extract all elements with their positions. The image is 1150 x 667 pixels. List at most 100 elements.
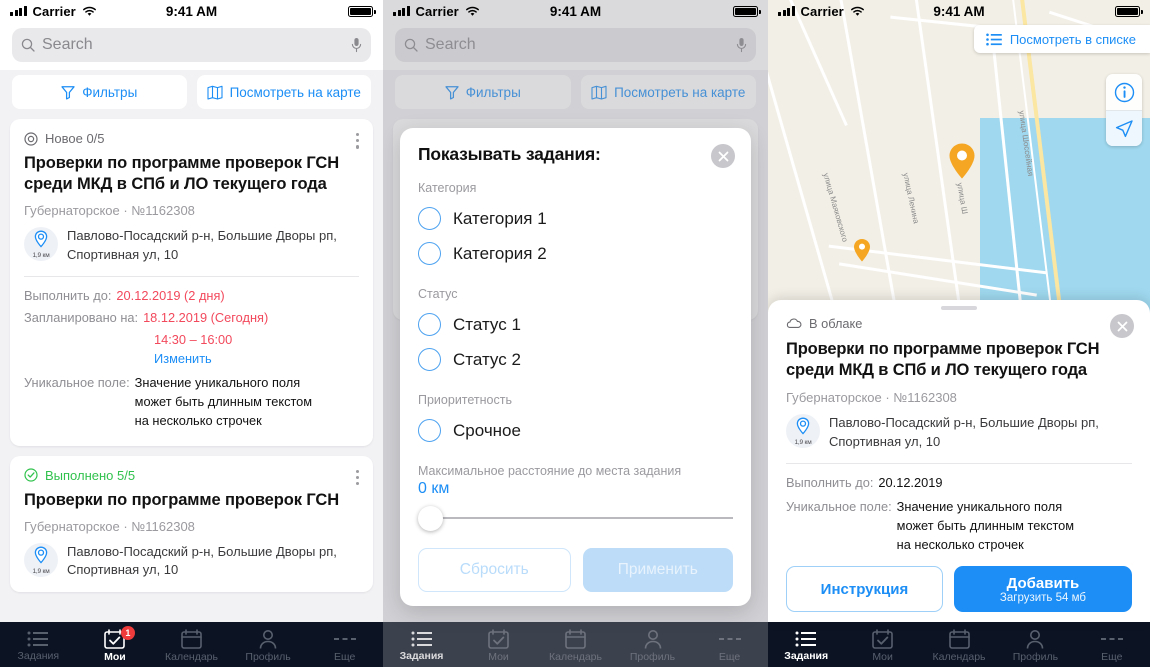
close-button[interactable]: [711, 144, 735, 168]
map-info-button[interactable]: [1106, 74, 1142, 110]
status-bar: Carrier 9:41 AM: [383, 0, 768, 22]
task-title: Проверки по программе проверок ГСН: [24, 490, 340, 509]
address-row[interactable]: 1,9 км Павлово-Посадский р-н, Большие Дв…: [786, 413, 1132, 452]
tab-moi[interactable]: Мои: [844, 628, 920, 663]
carrier-label: Carrier: [415, 3, 459, 19]
task-card[interactable]: Новое 0/5 Проверки по программе проверок…: [10, 119, 373, 446]
screen-map: улица Маяковского улица Ленина улица Ш у…: [768, 0, 1150, 667]
task-card[interactable]: Выполнено 5/5 Проверки по программе пров…: [10, 455, 373, 593]
tab-esche[interactable]: Еще: [1074, 629, 1150, 663]
planned-key: Запланировано на:: [24, 310, 139, 326]
card-menu-button[interactable]: [355, 469, 359, 486]
view-in-list-label: Посмотреть в списке: [1009, 31, 1136, 47]
radio-option[interactable]: Статус 2: [418, 342, 733, 377]
tab-esche[interactable]: Еще: [306, 629, 383, 663]
distance-badge: 1,9 км: [24, 542, 58, 577]
tab-kalendar[interactable]: Календарь: [153, 628, 230, 663]
tab-label: Еще: [1101, 650, 1123, 663]
card-menu-button[interactable]: [355, 133, 359, 149]
radio-option[interactable]: Категория 1: [418, 201, 733, 236]
card-divider: [24, 275, 359, 277]
status-text: Новое 0/5: [45, 131, 105, 146]
tab-moi[interactable]: 1 Мои: [77, 625, 154, 663]
tab-zadaniya[interactable]: Задания: [0, 630, 77, 662]
tab-zadaniya[interactable]: Задания: [768, 630, 844, 662]
map-controls: [1106, 74, 1142, 146]
list-icon: [986, 33, 1002, 45]
status-bar: Carrier 9:41 AM: [768, 0, 1150, 22]
calendar-icon: [948, 628, 970, 649]
task-title: Проверки по программе проверок ГСН среди…: [24, 154, 340, 194]
radio-option[interactable]: Статус 1: [418, 307, 733, 342]
close-button[interactable]: [1110, 314, 1134, 338]
status-bar-left: Carrier: [393, 4, 480, 19]
check-circle-icon: [24, 468, 38, 482]
view-on-map-label: Посмотреть на карте: [229, 84, 361, 100]
tab-label: Календарь: [932, 650, 986, 663]
address-row[interactable]: 1,9 км Павлово-Посадский р-н, Большие Дв…: [24, 227, 359, 265]
distance-slider[interactable]: [418, 504, 733, 532]
tab-label: Профиль: [245, 650, 291, 663]
unique-field-key: Уникальное поле:: [786, 498, 892, 514]
radio-option[interactable]: Категория 2: [418, 236, 733, 271]
address-text: Павлово-Посадский р-н, Большие Дворы рп,…: [829, 414, 1099, 449]
radio-option[interactable]: Срочное: [418, 413, 733, 448]
radio-icon[interactable]: [418, 348, 441, 371]
view-in-list-button[interactable]: Посмотреть в списке: [973, 25, 1150, 53]
task-meta: Губернаторское · №1162308: [24, 203, 195, 219]
group-label-category: Категория: [418, 181, 477, 195]
tab-profil[interactable]: Профиль: [230, 629, 307, 663]
radio-icon[interactable]: [418, 419, 441, 442]
street-label: улица Маяковского: [821, 172, 850, 243]
tab-kalendar[interactable]: Календарь: [921, 628, 997, 663]
filters-button[interactable]: Фильтры: [12, 75, 187, 109]
task-detail-sheet: В облаке Проверки по программе проверок …: [768, 300, 1150, 622]
view-on-map-button[interactable]: Посмотреть на карте: [196, 75, 371, 109]
radio-icon[interactable]: [418, 207, 441, 230]
apply-button[interactable]: Применить: [582, 548, 733, 592]
map-road: [768, 0, 835, 305]
add-button[interactable]: Добавить Загрузить 54 мб: [953, 566, 1132, 613]
planned-value: 18.12.2019 (Сегодня): [143, 310, 269, 326]
microphone-icon[interactable]: [351, 37, 362, 53]
map-pin-icon: [34, 546, 48, 564]
calendar-check-icon: [872, 628, 893, 649]
map-locate-button[interactable]: [1106, 110, 1142, 146]
radio-label: Срочное: [453, 420, 521, 440]
slider-knob[interactable]: [418, 506, 443, 531]
address-row[interactable]: 1,9 км Павлово-Посадский р-н, Большие Дв…: [24, 542, 359, 581]
street-label: улица Ш: [955, 182, 970, 215]
map-road: [834, 0, 901, 328]
task-title: Проверки по программе проверок ГСН среди…: [786, 340, 1100, 380]
task-list[interactable]: Новое 0/5 Проверки по программе проверок…: [0, 117, 383, 622]
modal-title: Показывать задания:: [418, 144, 601, 164]
unique-field-row: Уникальное поле: Значение уникального по…: [24, 373, 359, 431]
map-pin-secondary[interactable]: [853, 238, 871, 263]
radio-label: Статус 2: [453, 349, 521, 369]
status-bar-right: [733, 5, 761, 17]
status-bar-left: Carrier: [10, 4, 97, 19]
search-bar[interactable]: Search: [12, 28, 371, 62]
tab-profil[interactable]: Профиль: [997, 629, 1073, 663]
radio-icon[interactable]: [418, 313, 441, 336]
search-placeholder: Search: [42, 36, 93, 53]
slider-track: [428, 517, 733, 519]
tab-label: Задания: [17, 649, 60, 662]
reset-button[interactable]: Сбросить: [418, 548, 571, 592]
status-badge: Выполнено 5/5: [24, 468, 359, 483]
due-key: Выполнить до:: [24, 287, 112, 303]
sheet-actions: Инструкция Добавить Загрузить 54 мб: [786, 566, 1132, 613]
filter-icon: [61, 85, 75, 100]
due-value: 20.12.2019: [878, 474, 943, 490]
tab-label: Задания: [784, 649, 829, 662]
change-link[interactable]: Изменить: [24, 349, 359, 369]
radio-icon[interactable]: [418, 242, 441, 265]
task-meta: Губернаторское · №1162308: [24, 518, 195, 534]
instruction-button[interactable]: Инструкция: [786, 566, 943, 613]
battery-icon: [348, 5, 376, 17]
map-pin-icon: [34, 230, 48, 248]
search-section: Search: [0, 22, 383, 70]
map-pin-primary[interactable]: [948, 142, 976, 180]
distance-value: 0 км: [418, 480, 450, 497]
sheet-grabber[interactable]: [941, 306, 977, 310]
